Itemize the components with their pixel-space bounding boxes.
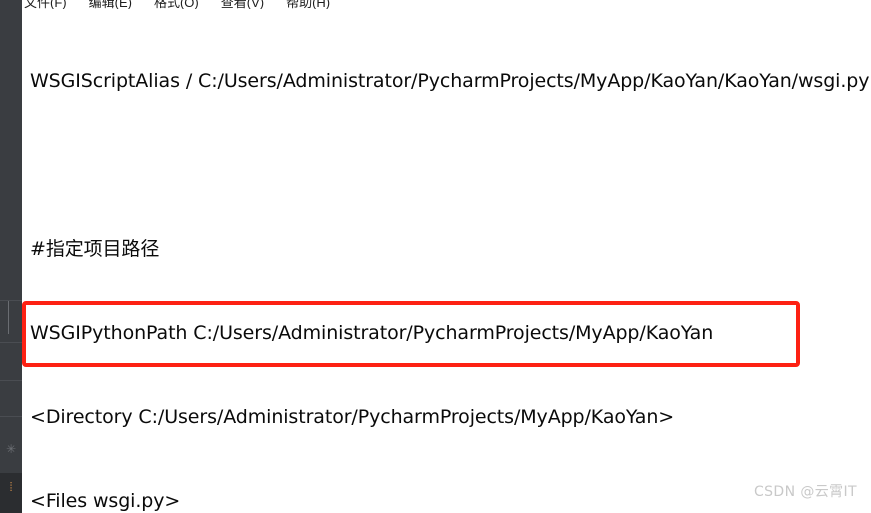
watermark-label: CSDN @云霄IT <box>753 484 857 500</box>
dock-segment-1 <box>0 0 22 200</box>
code-line: WSGIScriptAlias / C:/Users/Administrator… <box>30 70 870 92</box>
editor-content[interactable]: WSGIScriptAlias / C:/Users/Administrator… <box>30 11 871 513</box>
screenshot-root: 文件(F) 编辑(E) 格式(O) 查看(V) 帮助(H) ✳ ⁞ WSGISc… <box>0 0 871 513</box>
dock-bottom-region[interactable]: ⁞ <box>0 473 22 513</box>
code-line: <Directory C:/Users/Administrator/Pychar… <box>30 406 675 428</box>
code-line: #指定项目路径 <box>30 238 160 260</box>
dock-segment-2 <box>0 300 22 342</box>
code-line: WSGIPythonPath C:/Users/Administrator/Py… <box>30 322 714 344</box>
text-editor-area[interactable]: WSGIScriptAlias / C:/Users/Administrator… <box>22 11 871 513</box>
code-line: <Files wsgi.py> <box>30 490 181 512</box>
dock-segment-4 <box>0 380 22 416</box>
left-dock-strip[interactable]: ✳ ⁞ <box>0 0 22 513</box>
star-icon[interactable]: ✳ <box>0 443 22 455</box>
dots-icon[interactable]: ⁞ <box>0 481 22 493</box>
dock-segment-3 <box>0 342 22 380</box>
